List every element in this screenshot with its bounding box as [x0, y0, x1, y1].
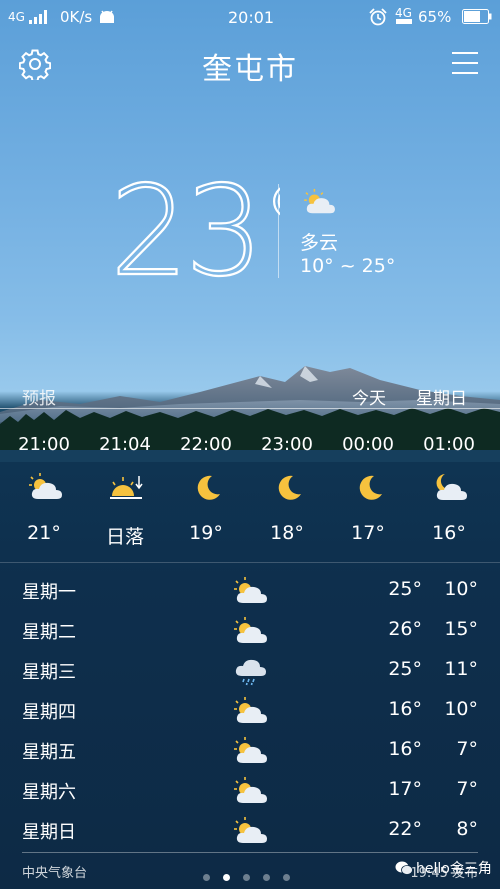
moon-icon [359, 475, 382, 500]
moon-cloud-icon [436, 474, 467, 500]
hour-sunset: 日落 [105, 526, 144, 548]
daily-row: 星期三 25° 11° [0, 652, 500, 692]
day-high: 25° [388, 658, 422, 680]
status-bar: 4G 0K/s 20:01 4G 65% [0, 0, 500, 34]
page-dot[interactable] [243, 874, 250, 881]
divider [278, 184, 279, 278]
day-high: 22° [388, 818, 422, 840]
day-low: 7° [456, 778, 478, 800]
wechat-icon [395, 861, 413, 875]
daily-row: 星期日 22° 8° [0, 812, 500, 852]
hour-time: 21:00 [18, 434, 70, 455]
hour-time: 23:00 [261, 434, 313, 455]
day-name: 星期一 [22, 582, 76, 603]
day-low: 15° [444, 618, 478, 640]
hour-temp: 18° [270, 522, 304, 544]
moon-icon [197, 475, 220, 500]
current-condition: 多云 [300, 232, 339, 254]
page-dot[interactable] [283, 874, 290, 881]
battery-icon [462, 9, 492, 24]
battery-percent: 65% [418, 8, 452, 26]
partly-cloudy-icon [234, 817, 267, 843]
partly-cloudy-icon [234, 617, 267, 643]
clock: 20:01 [228, 8, 275, 27]
partly-cloudy-icon [234, 697, 267, 723]
hour-temp: 19° [189, 522, 223, 544]
page-dot-active[interactable] [223, 874, 230, 881]
day-name: 星期日 [22, 822, 76, 843]
day-low: 11° [444, 658, 478, 680]
daily-row: 星期二 26° 15° [0, 612, 500, 652]
current-temperature: 23° [110, 176, 280, 284]
day-name: 星期五 [22, 742, 76, 763]
day-name: 星期六 [22, 782, 76, 803]
tab-today[interactable]: 今天 [352, 384, 386, 409]
watermark-text: hello金三角 [416, 861, 492, 877]
daily-row: 星期一 25° 10° [0, 572, 500, 612]
hour-time: 01:00 [423, 434, 475, 455]
city-title[interactable]: 奎屯市 [0, 44, 500, 88]
partly-cloudy-icon [304, 188, 335, 214]
day-low: 10° [444, 578, 478, 600]
day-high: 16° [388, 738, 422, 760]
network-type: 4G [8, 10, 25, 24]
android-icon [100, 10, 114, 23]
daily-row: 星期四 16° 10° [0, 692, 500, 732]
page-dot[interactable] [263, 874, 270, 881]
partly-cloudy-icon [234, 737, 267, 763]
divider [22, 852, 478, 853]
watermark: hello金三角 [395, 858, 492, 878]
page-indicator[interactable] [203, 866, 303, 885]
menu-icon[interactable] [452, 52, 478, 76]
hour-temp: 17° [351, 522, 385, 544]
day-high: 26° [388, 618, 422, 640]
rain-icon [235, 659, 266, 686]
hour-temp: 16° [432, 522, 466, 544]
tab-weekday[interactable]: 星期日 [416, 384, 467, 409]
partly-cloudy-icon [234, 777, 267, 803]
day-high: 16° [388, 698, 422, 720]
daily-row: 星期五 16° 7° [0, 732, 500, 772]
current-range: 10° ~ 25° [300, 255, 396, 277]
hour-time: 00:00 [342, 434, 394, 455]
day-low: 10° [444, 698, 478, 720]
network-type-2: 4G [395, 6, 412, 20]
forecast-label: 预报 [22, 389, 56, 409]
partly-cloudy-icon [234, 577, 267, 603]
page-dot[interactable] [203, 874, 210, 881]
moon-icon [278, 475, 301, 500]
signal-icon [29, 10, 47, 24]
daily-row: 星期六 17° 7° [0, 772, 500, 812]
sunset-icon [110, 476, 143, 499]
hour-time: 22:00 [180, 434, 232, 455]
divider-line [0, 408, 500, 409]
svg-text:23°: 23° [110, 176, 280, 284]
day-name: 星期二 [22, 622, 76, 643]
day-name: 星期四 [22, 702, 76, 723]
hour-time: 21:04 [99, 434, 151, 455]
hour-temp: 21° [27, 522, 61, 544]
day-high: 25° [388, 578, 422, 600]
day-low: 7° [456, 738, 478, 760]
day-low: 8° [456, 818, 478, 840]
data-source: 中央气象台 [22, 866, 88, 881]
day-high: 17° [388, 778, 422, 800]
divider [0, 562, 500, 563]
day-name: 星期三 [22, 662, 76, 683]
alarm-icon [369, 8, 387, 26]
network-speed: 0K/s [60, 8, 93, 26]
signal-mini-icon [396, 19, 412, 24]
partly-cloudy-icon [29, 473, 62, 499]
